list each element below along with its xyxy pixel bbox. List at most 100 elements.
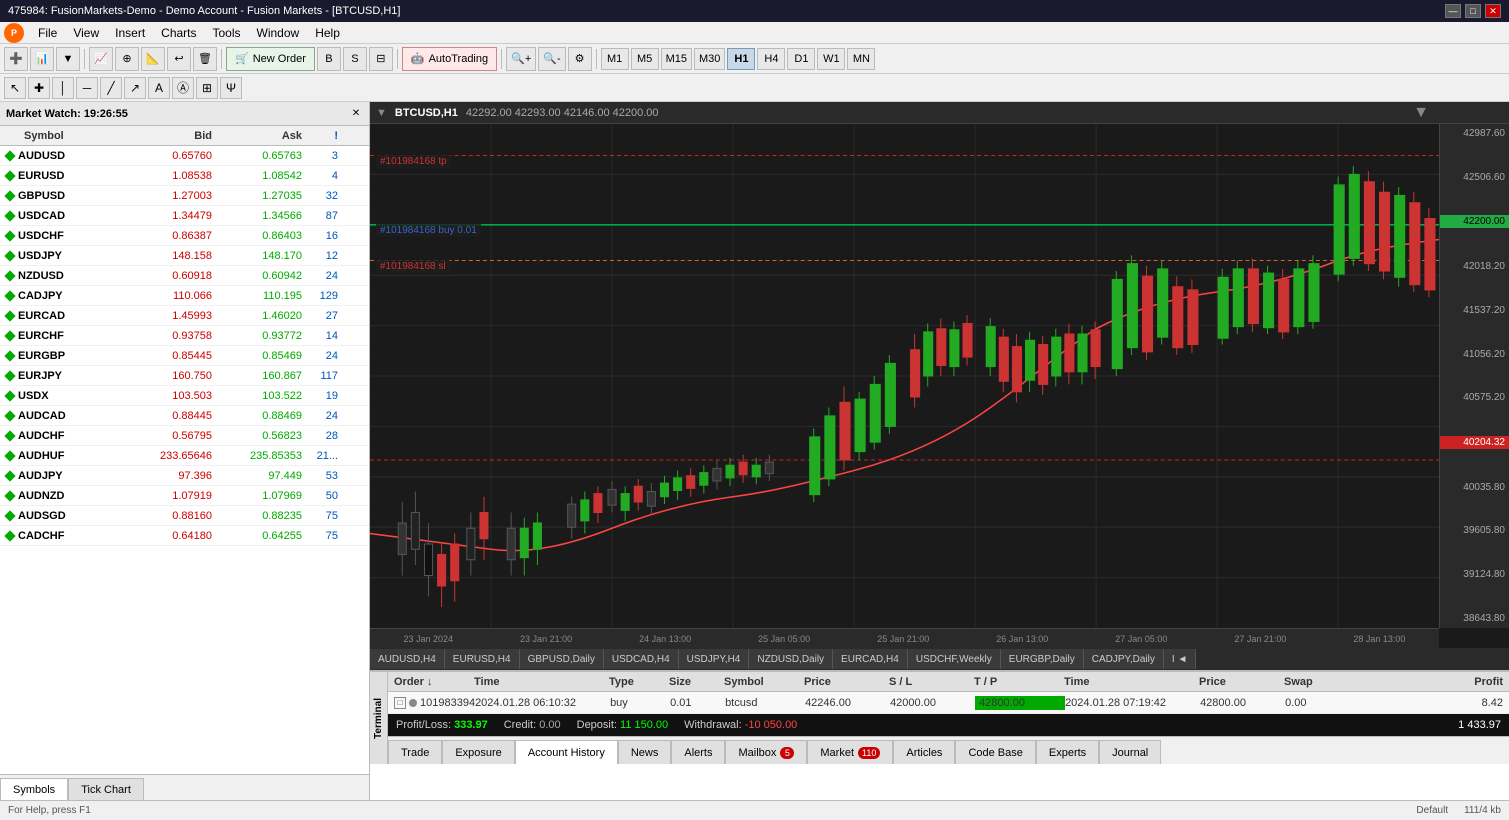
multi-tool[interactable]: ⊞ xyxy=(196,77,218,99)
market-watch-row[interactable]: AUDHUF 233.65646 235.85353 21... xyxy=(0,446,369,466)
row-ask: 0.56823 xyxy=(212,430,302,442)
market-watch-row[interactable]: AUDUSD 0.65760 0.65763 3 xyxy=(0,146,369,166)
menu-view[interactable]: View xyxy=(65,24,107,42)
menu-window[interactable]: Window xyxy=(249,24,308,42)
market-watch-row[interactable]: AUDJPY 97.396 97.449 53 xyxy=(0,466,369,486)
market-watch-row[interactable]: NZDUSD 0.60918 0.60942 24 xyxy=(0,266,369,286)
zoom-out-btn[interactable]: 🔍- xyxy=(538,47,565,71)
col-order: Order ↓ xyxy=(394,676,474,688)
terminal-side-tab[interactable]: Terminal xyxy=(370,672,388,764)
tf-h4[interactable]: H4 xyxy=(757,48,785,70)
tf-h1[interactable]: H1 xyxy=(727,48,755,70)
order-expand-icon[interactable]: □ xyxy=(394,697,406,709)
delete-btn[interactable]: 🗑 xyxy=(193,47,217,71)
market-watch-row[interactable]: AUDSGD 0.88160 0.88235 75 xyxy=(0,506,369,526)
market-watch-row[interactable]: USDJPY 148.158 148.170 12 xyxy=(0,246,369,266)
sym-tab-usdchf[interactable]: USDCHF,Weekly xyxy=(908,649,1001,669)
buy-btn[interactable]: B xyxy=(317,47,341,71)
sym-tab-usdjpy[interactable]: USDJPY,H4 xyxy=(679,649,750,669)
market-watch-row[interactable]: GBPUSD 1.27003 1.27035 32 xyxy=(0,186,369,206)
cursor-tool[interactable]: ↖ xyxy=(4,77,26,99)
market-watch-row[interactable]: EURJPY 160.750 160.867 117 xyxy=(0,366,369,386)
tf-m5[interactable]: M5 xyxy=(631,48,659,70)
market-watch-row[interactable]: EURCAD 1.45993 1.46020 27 xyxy=(0,306,369,326)
fib-tool[interactable]: Ψ xyxy=(220,77,242,99)
minimize-button[interactable]: — xyxy=(1445,4,1461,18)
new-chart-btn[interactable]: ➕ xyxy=(4,47,28,71)
market-watch-row[interactable]: CADCHF 0.64180 0.64255 75 xyxy=(0,526,369,546)
sym-tab-eurusd[interactable]: EURUSD,H4 xyxy=(445,649,520,669)
tf-m30[interactable]: M30 xyxy=(694,48,725,70)
separator-4 xyxy=(501,49,502,69)
tf-d1[interactable]: D1 xyxy=(787,48,815,70)
sym-tab-eurcad[interactable]: EURCAD,H4 xyxy=(833,649,908,669)
tab-experts[interactable]: Experts xyxy=(1036,740,1099,764)
tab-symbols[interactable]: Symbols xyxy=(0,778,68,800)
tab-codebase[interactable]: Code Base xyxy=(955,740,1035,764)
row-ask: 1.08542 xyxy=(212,170,302,182)
undo-btn[interactable]: ↩ xyxy=(167,47,191,71)
market-watch-close[interactable]: ✕ xyxy=(349,107,363,121)
sym-tab-usdcad[interactable]: USDCAD,H4 xyxy=(604,649,679,669)
market-watch-row[interactable]: AUDCAD 0.88445 0.88469 24 xyxy=(0,406,369,426)
sym-tab-cadjpy[interactable]: CADJPY,Daily xyxy=(1084,649,1164,669)
sym-tab-gbpusd[interactable]: GBPUSD,Daily xyxy=(520,649,604,669)
sym-tab-nav[interactable]: I ◄ xyxy=(1164,649,1196,669)
market-watch-row[interactable]: EURUSD 1.08538 1.08542 4 xyxy=(0,166,369,186)
market-watch-row[interactable]: USDX 103.503 103.522 19 xyxy=(0,386,369,406)
text-label-tool[interactable]: Ⓐ xyxy=(172,77,194,99)
crosshair-tool[interactable]: ✚ xyxy=(28,77,50,99)
indicators-btn[interactable]: 📈 xyxy=(89,47,113,71)
arrow-tool[interactable]: ↗ xyxy=(124,77,146,99)
tab-mailbox[interactable]: Mailbox 5 xyxy=(725,740,807,764)
tab-journal[interactable]: Journal xyxy=(1099,740,1161,764)
menu-help[interactable]: Help xyxy=(307,24,348,42)
market-watch-row[interactable]: AUDNZD 1.07919 1.07969 50 xyxy=(0,486,369,506)
trend-line-tool[interactable]: ╱ xyxy=(100,77,122,99)
autotrading-button[interactable]: 🤖 AutoTrading xyxy=(402,47,497,71)
price-42200-current: 42200.00 xyxy=(1440,215,1509,228)
tab-trade[interactable]: Trade xyxy=(388,740,442,764)
maximize-button[interactable]: □ xyxy=(1465,4,1481,18)
sym-tab-eurgbp[interactable]: EURGBP,Daily xyxy=(1001,649,1084,669)
text-tool[interactable]: A xyxy=(148,77,170,99)
menu-tools[interactable]: Tools xyxy=(205,24,249,42)
market-watch-row[interactable]: EURCHF 0.93758 0.93772 14 xyxy=(0,326,369,346)
templates-btn[interactable]: ▼ xyxy=(56,47,80,71)
chart-type-btn[interactable]: 📊 xyxy=(30,47,54,71)
line-studies-btn[interactable]: 📐 xyxy=(141,47,165,71)
market-depth-btn[interactable]: ⊟ xyxy=(369,47,393,71)
menu-file[interactable]: File xyxy=(30,24,65,42)
sym-tab-audusd[interactable]: AUDUSD,H4 xyxy=(370,649,445,669)
tab-alerts[interactable]: Alerts xyxy=(671,740,725,764)
properties-btn[interactable]: ⚙ xyxy=(568,47,592,71)
vertical-line-tool[interactable]: │ xyxy=(52,77,74,99)
chart-canvas[interactable]: #101984168 tp #101984168 buy 0.01 #10198… xyxy=(370,124,1509,648)
tab-exposure[interactable]: Exposure xyxy=(442,740,514,764)
market-watch-row[interactable]: USDCAD 1.34479 1.34566 87 xyxy=(0,206,369,226)
close-button[interactable]: ✕ xyxy=(1485,4,1501,18)
horizontal-line-tool[interactable]: ─ xyxy=(76,77,98,99)
tab-account-history[interactable]: Account History xyxy=(515,740,618,764)
market-watch-row[interactable]: EURGBP 0.85445 0.85469 24 xyxy=(0,346,369,366)
row-icon xyxy=(2,448,18,464)
zoom-in-btn[interactable]: 🔍+ xyxy=(506,47,536,71)
crosshair-btn[interactable]: ⊕ xyxy=(115,47,139,71)
menu-insert[interactable]: Insert xyxy=(107,24,153,42)
tab-tick-chart[interactable]: Tick Chart xyxy=(68,778,144,800)
tab-articles[interactable]: Articles xyxy=(893,740,955,764)
sym-tab-nzdusd[interactable]: NZDUSD,Daily xyxy=(749,649,833,669)
menu-charts[interactable]: Charts xyxy=(153,24,204,42)
tf-mn[interactable]: MN xyxy=(847,48,875,70)
tf-m15[interactable]: M15 xyxy=(661,48,692,70)
market-watch-row[interactable]: USDCHF 0.86387 0.86403 16 xyxy=(0,226,369,246)
new-order-button[interactable]: 🛒 New Order xyxy=(226,47,315,71)
autotrading-icon: 🤖 xyxy=(411,52,425,65)
tf-m1[interactable]: M1 xyxy=(601,48,629,70)
market-watch-row[interactable]: AUDCHF 0.56795 0.56823 28 xyxy=(0,426,369,446)
sell-btn[interactable]: S xyxy=(343,47,367,71)
tab-news[interactable]: News xyxy=(618,740,672,764)
tf-w1[interactable]: W1 xyxy=(817,48,845,70)
tab-market[interactable]: Market 110 xyxy=(807,740,893,764)
market-watch-row[interactable]: CADJPY 110.066 110.195 129 xyxy=(0,286,369,306)
